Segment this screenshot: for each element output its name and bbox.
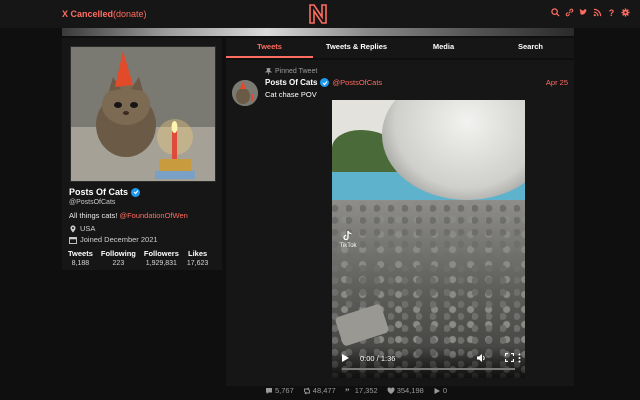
rss-icon[interactable]: [593, 8, 602, 18]
video-progress-bar[interactable]: [342, 368, 515, 370]
pinned-label: Pinned Tweet: [265, 68, 317, 75]
verified-badge-icon: [320, 78, 330, 87]
video-time: 0:00 / 1:36: [360, 354, 396, 363]
tweet-author-handle[interactable]: @PostsOfCats: [332, 78, 382, 87]
quote-count[interactable]: ” 17,352: [345, 386, 378, 395]
fullscreen-icon[interactable]: [505, 353, 514, 362]
video-controls: 0:00 / 1:36: [332, 346, 525, 378]
profile-joined: Joined December 2021: [69, 235, 158, 244]
profile-joined-text: Joined December 2021: [80, 235, 158, 244]
stat-value: 8,188: [71, 260, 90, 267]
profile-bio: All things cats! @FoundationOfWen: [69, 211, 188, 220]
play-views-icon: [434, 387, 440, 394]
svg-text:”: ”: [345, 387, 350, 395]
link-icon[interactable]: [565, 8, 574, 18]
cat-birthday-photo: [71, 47, 215, 181]
tweet-video[interactable]: TikTok 0:00 / 1:36: [332, 100, 525, 378]
brand-link[interactable]: X Cancelled(donate): [62, 9, 147, 19]
tiktok-icon: [343, 230, 352, 241]
heart-icon: [387, 386, 395, 394]
stat-label: Followers: [143, 249, 179, 258]
timeline-tabs: Tweets Tweets & Replies Media Search: [226, 38, 574, 58]
quote-icon: ”: [345, 387, 350, 395]
retweet-icon: [303, 386, 310, 395]
gear-icon[interactable]: [621, 8, 630, 18]
profile-card: Posts Of Cats @PostsOfCats All things ca…: [62, 38, 222, 270]
retweet-count-value: 48,477: [312, 386, 336, 395]
retweet-count[interactable]: 48,477: [303, 386, 336, 395]
stat-value: 1,929,831: [145, 260, 177, 267]
stat-label: Likes: [188, 249, 208, 258]
tweet-date[interactable]: Apr 25: [546, 78, 568, 87]
more-options-icon[interactable]: [518, 353, 521, 363]
profile-name-row: Posts Of Cats: [69, 187, 141, 197]
search-icon[interactable]: [551, 8, 560, 18]
tab-media[interactable]: Media: [400, 38, 487, 58]
nitter-logo-icon[interactable]: [308, 3, 328, 25]
pin-icon: [265, 68, 272, 75]
reply-count-value: 5,767: [275, 386, 294, 395]
tiktok-watermark: TikTok: [338, 230, 358, 249]
profile-bio-text: All things cats!: [69, 211, 118, 220]
view-count-value: 0: [442, 386, 447, 395]
tiktok-watermark-text: TikTok: [339, 243, 357, 249]
tweet-avatar[interactable]: [232, 80, 258, 106]
tab-search[interactable]: Search: [487, 38, 574, 58]
like-count[interactable]: 354,198: [387, 386, 424, 395]
profile-handle[interactable]: @PostsOfCats: [69, 199, 115, 206]
pinned-text: Pinned Tweet: [275, 68, 318, 75]
profile-location-text: USA: [80, 224, 96, 233]
profile-bio-link[interactable]: @FoundationOfWen: [119, 211, 187, 220]
profile-stats: Tweets 8,188 Following 223 Followers 1,9…: [68, 249, 208, 267]
reply-count[interactable]: 5,767: [265, 386, 294, 395]
donate-link[interactable]: (donate): [113, 9, 147, 19]
tweet-author-name[interactable]: Posts Of Cats: [265, 78, 317, 87]
calendar-icon: [69, 236, 77, 244]
brand-title[interactable]: X Cancelled: [62, 9, 113, 19]
stat-tweets[interactable]: Tweets 8,188: [68, 249, 93, 267]
play-icon[interactable]: [340, 353, 350, 363]
comment-icon: [266, 387, 272, 394]
tab-tweets[interactable]: Tweets: [226, 38, 313, 58]
profile-name[interactable]: Posts Of Cats: [69, 187, 128, 197]
stat-label: Tweets: [68, 249, 93, 258]
tweet-avatar-image: [232, 80, 258, 106]
view-count[interactable]: 0: [433, 386, 447, 395]
pinned-tweet[interactable]: Pinned Tweet Posts Of Cats @PostsOfCats …: [226, 60, 574, 395]
location-pin-icon: [69, 225, 77, 233]
tweet-stats: 5,767 48,477 ” 17,352 354,198 0: [265, 386, 447, 395]
tab-tweets-replies[interactable]: Tweets & Replies: [313, 38, 400, 58]
nav-icon-group: ?: [551, 8, 630, 18]
like-count-value: 354,198: [396, 386, 424, 395]
stat-label: Following: [100, 249, 136, 258]
stat-value: 17,623: [186, 260, 209, 267]
stat-value: 223: [112, 260, 125, 267]
quote-count-value: 17,352: [354, 386, 378, 395]
volume-icon[interactable]: [476, 353, 486, 363]
top-navbar: X Cancelled(donate) ?: [0, 0, 640, 28]
stat-followers[interactable]: Followers 1,929,831: [144, 249, 179, 267]
profile-banner[interactable]: [62, 28, 574, 36]
verified-badge-icon: [131, 187, 141, 197]
twitter-icon[interactable]: [579, 8, 588, 18]
stat-likes[interactable]: Likes 17,623: [187, 249, 208, 267]
tweet-text: Cat chase POV: [265, 90, 317, 99]
profile-location: USA: [69, 224, 95, 233]
profile-avatar[interactable]: [70, 46, 216, 182]
svg-text:?: ?: [609, 8, 615, 17]
stat-following[interactable]: Following 223: [101, 249, 136, 267]
help-icon[interactable]: ?: [607, 8, 616, 18]
tweet-header: Posts Of Cats @PostsOfCats: [265, 78, 382, 87]
